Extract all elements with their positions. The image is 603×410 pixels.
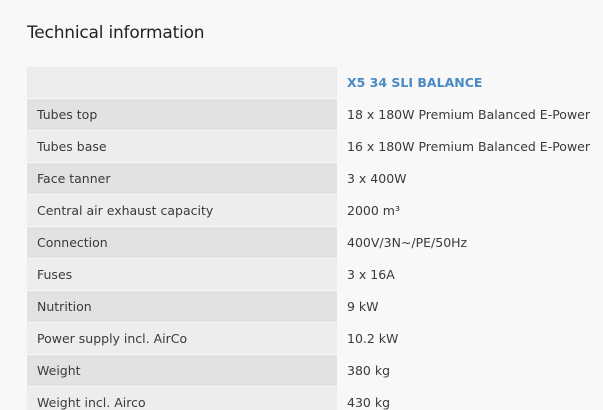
row-value: 400V/3N~/PE/50Hz	[337, 226, 603, 259]
table-row: Tubes top 18 x 180W Premium Balanced E-P…	[27, 98, 603, 131]
row-label: Nutrition	[27, 290, 337, 323]
spec-table: X5 34 SLI BALANCE Tubes top 18 x 180W Pr…	[27, 67, 603, 410]
row-label: Tubes base	[27, 130, 337, 163]
row-value: 430 kg	[337, 386, 603, 410]
table-row: Nutrition 9 kW	[27, 290, 603, 323]
row-value: 380 kg	[337, 354, 603, 387]
row-label: Fuses	[27, 258, 337, 291]
row-label: Weight	[27, 354, 337, 387]
header-label-cell	[27, 67, 337, 99]
row-label: Central air exhaust capacity	[27, 194, 337, 227]
technical-info-panel: Technical information X5 34 SLI BALANCE …	[0, 0, 603, 410]
row-value: 3 x 400W	[337, 162, 603, 195]
table-row: Central air exhaust capacity 2000 m³	[27, 194, 603, 227]
row-value: 18 x 180W Premium Balanced E-Power	[337, 98, 603, 131]
row-value: 16 x 180W Premium Balanced E-Power	[337, 130, 603, 163]
table-row: Connection 400V/3N~/PE/50Hz	[27, 226, 603, 259]
row-label: Connection	[27, 226, 337, 259]
table-header-row: X5 34 SLI BALANCE	[27, 67, 603, 99]
row-value: 2000 m³	[337, 194, 603, 227]
table-row: Fuses 3 x 16A	[27, 258, 603, 291]
row-label: Face tanner	[27, 162, 337, 195]
row-label: Power supply incl. AirCo	[27, 322, 337, 355]
row-value: 10.2 kW	[337, 322, 603, 355]
table-row: Face tanner 3 x 400W	[27, 162, 603, 195]
table-row: Weight incl. Airco 430 kg	[27, 386, 603, 410]
table-row: Power supply incl. AirCo 10.2 kW	[27, 322, 603, 355]
section-title: Technical information	[27, 23, 205, 43]
row-value: 9 kW	[337, 290, 603, 323]
row-label: Weight incl. Airco	[27, 386, 337, 410]
table-row: Weight 380 kg	[27, 354, 603, 387]
row-value: 3 x 16A	[337, 258, 603, 291]
table-row: Tubes base 16 x 180W Premium Balanced E-…	[27, 130, 603, 163]
row-label: Tubes top	[27, 98, 337, 131]
model-name-header: X5 34 SLI BALANCE	[337, 67, 603, 99]
